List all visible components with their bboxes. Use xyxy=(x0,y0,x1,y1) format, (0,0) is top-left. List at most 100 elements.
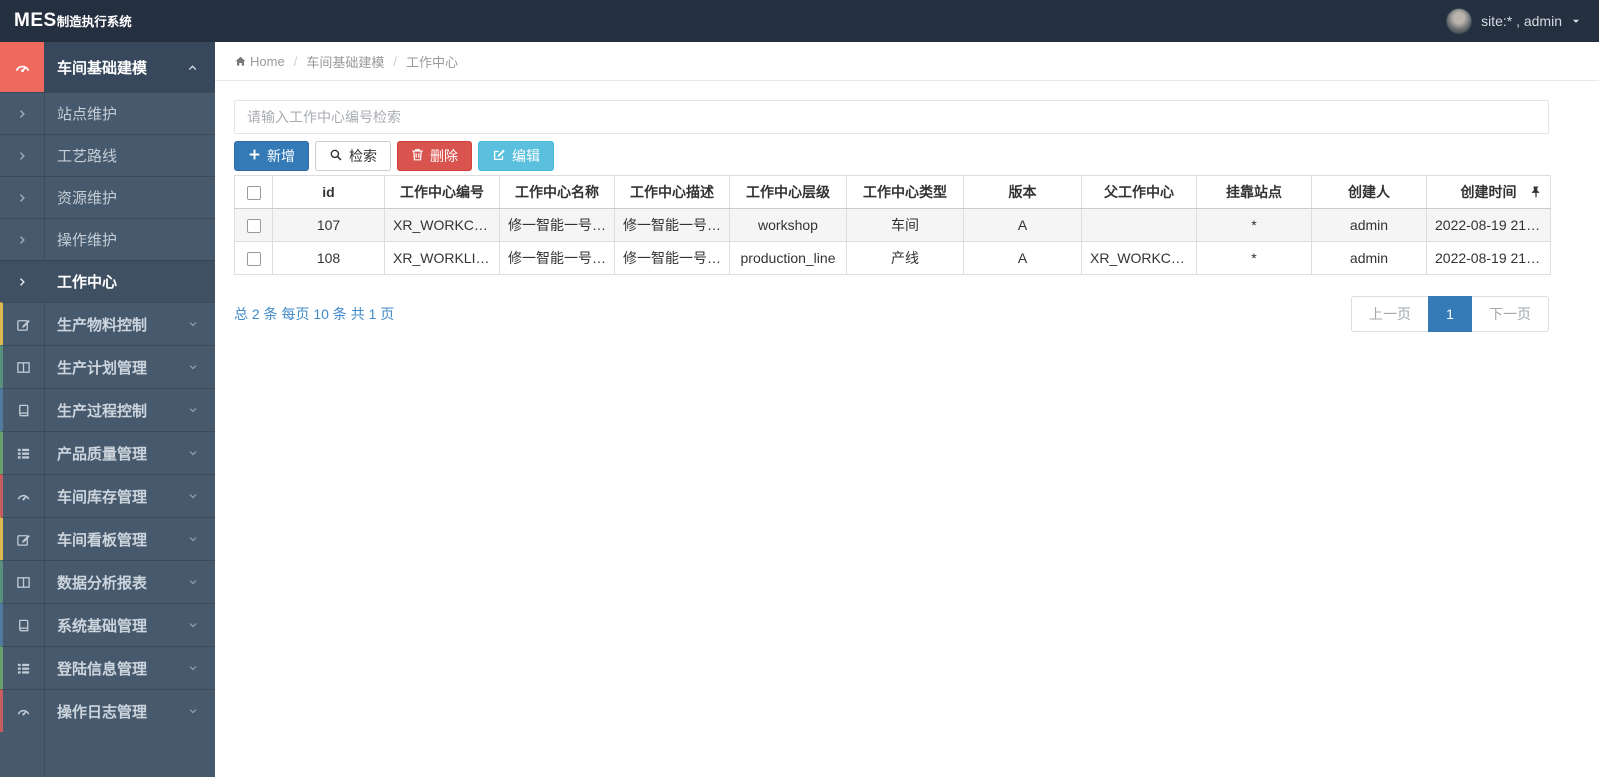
breadcrumb-separator: / xyxy=(293,53,298,69)
header-code: 工作中心编号 xyxy=(384,175,500,209)
cell-name: 修一智能一号车间 xyxy=(499,208,615,242)
cell-creator: admin xyxy=(1311,208,1427,242)
sidebar-item-label: 生产计划管理 xyxy=(57,359,148,377)
columns-icon xyxy=(3,360,44,375)
book-icon xyxy=(3,403,44,418)
sidebar-item-login-info-management[interactable]: 登陆信息管理 xyxy=(0,646,215,689)
user-menu[interactable]: site:* , admin xyxy=(1446,8,1581,34)
avatar[interactable] xyxy=(1446,8,1473,34)
pagination-bar: 总 2 条 每页 10 条 共 1 页 上一页 1 下一页 xyxy=(234,296,1549,332)
search-button[interactable]: 检索 xyxy=(315,141,391,171)
list-icon xyxy=(3,446,44,461)
select-all-checkbox[interactable] xyxy=(246,186,261,201)
sidebar-item-label: 操作维护 xyxy=(57,232,118,249)
cell-version: A xyxy=(963,241,1082,275)
sidebar-item-operation-maintenance[interactable]: 操作维护 xyxy=(0,218,215,260)
toolbar: 新增 检索 删除 编辑 xyxy=(234,141,1549,171)
sidebar-item-data-analysis-reports[interactable]: 数据分析报表 xyxy=(0,560,215,603)
row-checkbox[interactable] xyxy=(246,252,261,267)
header-station: 挂靠站点 xyxy=(1196,175,1312,209)
table-row[interactable]: 108 XR_WORKLINE... 修一智能一号S... 修一智能一号S...… xyxy=(234,241,1551,275)
sidebar-item-process-control[interactable]: 生产过程控制 xyxy=(0,388,215,431)
cell-creator: admin xyxy=(1311,241,1427,275)
header-creator: 创建人 xyxy=(1311,175,1427,209)
cell-id: 107 xyxy=(272,208,385,242)
header-level: 工作中心层级 xyxy=(729,175,847,209)
plus-icon xyxy=(248,148,261,164)
table-header-row: id 工作中心编号 工作中心名称 工作中心描述 工作中心层级 工作中心类型 版本… xyxy=(234,175,1551,209)
sidebar-item-operation-log-management[interactable]: 操作日志管理 xyxy=(0,689,215,732)
pin-icon[interactable] xyxy=(1531,186,1541,198)
cell-code: XR_WORKCEN... xyxy=(384,208,500,242)
sidebar-group-workshop-modeling[interactable]: 车间基础建模 xyxy=(0,42,215,92)
edit-button[interactable]: 编辑 xyxy=(478,141,554,171)
chevron-down-icon xyxy=(187,490,199,502)
cell-parent xyxy=(1081,208,1197,242)
sidebar-item-label: 登陆信息管理 xyxy=(57,660,148,678)
sidebar: 车间基础建模 站点维护 工艺路线 资源维护 操作维护 工作中心 生产物料控制 生… xyxy=(0,42,215,777)
chevron-right-icon xyxy=(0,276,44,288)
cell-id: 108 xyxy=(272,241,385,275)
sidebar-item-material-control[interactable]: 生产物料控制 xyxy=(0,302,215,345)
edit-icon xyxy=(3,317,44,332)
chevron-right-icon xyxy=(0,192,44,204)
chevron-down-icon xyxy=(187,361,199,373)
add-button[interactable]: 新增 xyxy=(234,141,309,171)
cell-version: A xyxy=(963,208,1082,242)
chevron-up-icon xyxy=(186,61,199,74)
chevron-right-icon xyxy=(0,108,44,120)
chevron-down-icon xyxy=(187,619,199,631)
chevron-down-icon xyxy=(187,533,199,545)
sidebar-item-work-center[interactable]: 工作中心 xyxy=(0,260,215,302)
sidebar-item-station-maintenance[interactable]: 站点维护 xyxy=(0,92,215,134)
user-label: site:* , admin xyxy=(1481,13,1562,29)
sidebar-item-inventory-management[interactable]: 车间库存管理 xyxy=(0,474,215,517)
sidebar-item-process-route[interactable]: 工艺路线 xyxy=(0,134,215,176)
sidebar-item-system-management[interactable]: 系统基础管理 xyxy=(0,603,215,646)
sidebar-item-plan-management[interactable]: 生产计划管理 xyxy=(0,345,215,388)
delete-button[interactable]: 删除 xyxy=(397,141,472,171)
row-checkbox-cell xyxy=(234,208,273,242)
sidebar-item-label: 操作日志管理 xyxy=(57,703,148,721)
sidebar-item-label: 站点维护 xyxy=(57,106,118,123)
search-input[interactable] xyxy=(234,100,1549,134)
edit-icon xyxy=(492,148,506,165)
sidebar-item-resource-maintenance[interactable]: 资源维护 xyxy=(0,176,215,218)
cell-name: 修一智能一号S... xyxy=(499,241,615,275)
sidebar-item-kanban-management[interactable]: 车间看板管理 xyxy=(0,517,215,560)
table-row[interactable]: 107 XR_WORKCEN... 修一智能一号车间 修一智能一号车间 work… xyxy=(234,208,1551,242)
cell-created: 2022-08-19 21:1... xyxy=(1426,208,1551,242)
sidebar-item-label: 车间库存管理 xyxy=(57,488,148,506)
next-page-button[interactable]: 下一页 xyxy=(1471,296,1549,332)
app-root: MES 制造执行系统 site:* , admin 车间基础建模 站点维护 工艺… xyxy=(0,0,1599,777)
breadcrumb-home[interactable]: Home xyxy=(250,54,285,69)
chevron-right-icon xyxy=(0,234,44,246)
breadcrumb-level1[interactable]: 车间基础建模 xyxy=(306,52,384,71)
list-icon xyxy=(3,661,44,676)
add-button-label: 新增 xyxy=(267,148,295,164)
header-id: id xyxy=(272,175,385,209)
columns-icon xyxy=(3,575,44,590)
sidebar-item-quality-management[interactable]: 产品质量管理 xyxy=(0,431,215,474)
cell-type: 产线 xyxy=(846,241,964,275)
edit-button-label: 编辑 xyxy=(512,148,540,164)
top-navbar: MES 制造执行系统 site:* , admin xyxy=(0,0,1599,42)
chevron-right-icon xyxy=(0,150,44,162)
page-1-button[interactable]: 1 xyxy=(1428,296,1472,332)
row-checkbox[interactable] xyxy=(246,219,261,234)
breadcrumb-level2: 工作中心 xyxy=(405,54,458,70)
main-panel: Home / 车间基础建模 / 工作中心 新增 检索 xyxy=(215,42,1599,777)
edit-icon xyxy=(3,532,44,547)
sidebar-item-label: 工作中心 xyxy=(57,274,118,291)
chevron-down-icon xyxy=(187,705,199,717)
dashboard-icon xyxy=(3,489,44,504)
header-type: 工作中心类型 xyxy=(846,175,964,209)
prev-page-button[interactable]: 上一页 xyxy=(1351,296,1429,332)
work-center-table: id 工作中心编号 工作中心名称 工作中心描述 工作中心层级 工作中心类型 版本… xyxy=(234,175,1551,275)
cell-level: production_line xyxy=(729,241,847,275)
sidebar-group-label: 车间基础建模 xyxy=(57,59,148,77)
logo-text-suffix: 制造执行系统 xyxy=(56,15,132,29)
breadcrumb-separator: / xyxy=(393,53,397,69)
home-icon xyxy=(234,55,247,68)
chevron-down-icon xyxy=(187,662,199,674)
